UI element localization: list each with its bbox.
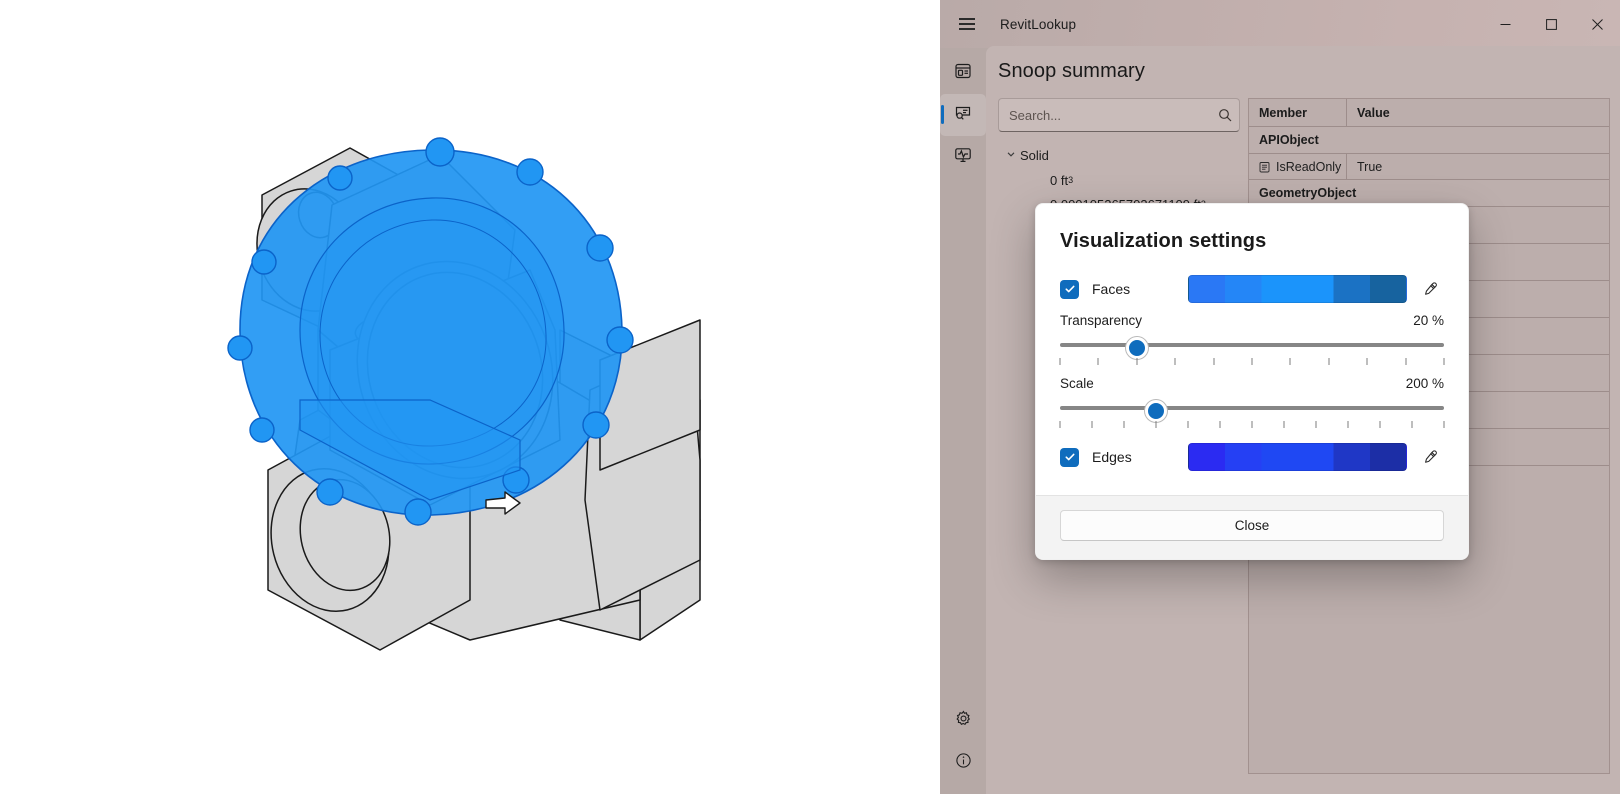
modal-scrim: Visualization settings Faces <box>940 0 1620 794</box>
slider-tick <box>1156 421 1157 428</box>
transparency-thumb[interactable] <box>1126 337 1148 359</box>
close-button[interactable]: Close <box>1060 510 1444 541</box>
scale-value: 200 % <box>1406 376 1444 391</box>
slider-tick <box>1092 421 1093 428</box>
slider-tick <box>1328 358 1329 365</box>
transparency-track[interactable] <box>1060 343 1444 347</box>
slider-tick <box>1380 421 1381 428</box>
scale-slider[interactable] <box>1060 400 1444 418</box>
dialog-footer: Close <box>1036 495 1468 559</box>
dialog-body: Visualization settings Faces <box>1036 204 1468 495</box>
checkmark-icon <box>1064 283 1076 295</box>
slider-tick <box>1213 358 1214 365</box>
slider-tick <box>1060 421 1061 428</box>
edges-color-swatch[interactable] <box>1188 443 1407 471</box>
edges-label: Edges <box>1092 449 1188 465</box>
cad-viewport[interactable] <box>0 0 940 794</box>
scale-slider-block: Scale 200 % <box>1060 376 1444 429</box>
transparency-slider[interactable] <box>1060 337 1444 355</box>
dialog-title: Visualization settings <box>1060 230 1444 253</box>
slider-tick <box>1098 358 1099 365</box>
transparency-slider-block: Transparency 20 % <box>1060 313 1444 366</box>
faces-eyedropper-icon[interactable] <box>1416 276 1444 302</box>
revitlookup-window: RevitLookup <box>940 0 1620 794</box>
transparency-value: 20 % <box>1413 313 1444 328</box>
faces-label: Faces <box>1092 281 1188 297</box>
faces-color-swatch[interactable] <box>1188 275 1407 303</box>
slider-tick <box>1220 421 1221 428</box>
slider-tick <box>1060 358 1061 365</box>
transparency-label: Transparency <box>1060 313 1142 328</box>
slider-tick <box>1290 358 1291 365</box>
scale-thumb[interactable] <box>1145 400 1167 422</box>
checkmark-icon <box>1064 451 1076 463</box>
visualization-settings-dialog: Visualization settings Faces <box>1035 203 1469 560</box>
slider-tick <box>1444 421 1445 428</box>
slider-tick <box>1124 421 1125 428</box>
slider-tick <box>1175 358 1176 365</box>
scale-track[interactable] <box>1060 406 1444 410</box>
slider-tick <box>1316 421 1317 428</box>
slider-tick <box>1252 421 1253 428</box>
slider-tick <box>1284 421 1285 428</box>
slider-tick <box>1444 358 1445 365</box>
app-root: RevitLookup <box>0 0 1620 794</box>
slider-tick <box>1405 358 1406 365</box>
slider-tick <box>1412 421 1413 428</box>
scale-ticks <box>1060 420 1444 429</box>
scale-label: Scale <box>1060 376 1094 391</box>
slider-tick <box>1188 421 1189 428</box>
valve-3d-drawing <box>0 0 940 794</box>
slider-tick <box>1252 358 1253 365</box>
edges-row: Edges <box>1060 443 1444 471</box>
faces-checkbox[interactable] <box>1060 280 1079 299</box>
transparency-ticks <box>1060 357 1444 366</box>
edges-checkbox[interactable] <box>1060 448 1079 467</box>
slider-tick <box>1367 358 1368 365</box>
faces-row: Faces <box>1060 275 1444 303</box>
transparency-header: Transparency 20 % <box>1060 313 1444 328</box>
slider-tick <box>1136 358 1137 365</box>
edges-eyedropper-icon[interactable] <box>1416 444 1444 470</box>
slider-tick <box>1348 421 1349 428</box>
scale-header: Scale 200 % <box>1060 376 1444 391</box>
